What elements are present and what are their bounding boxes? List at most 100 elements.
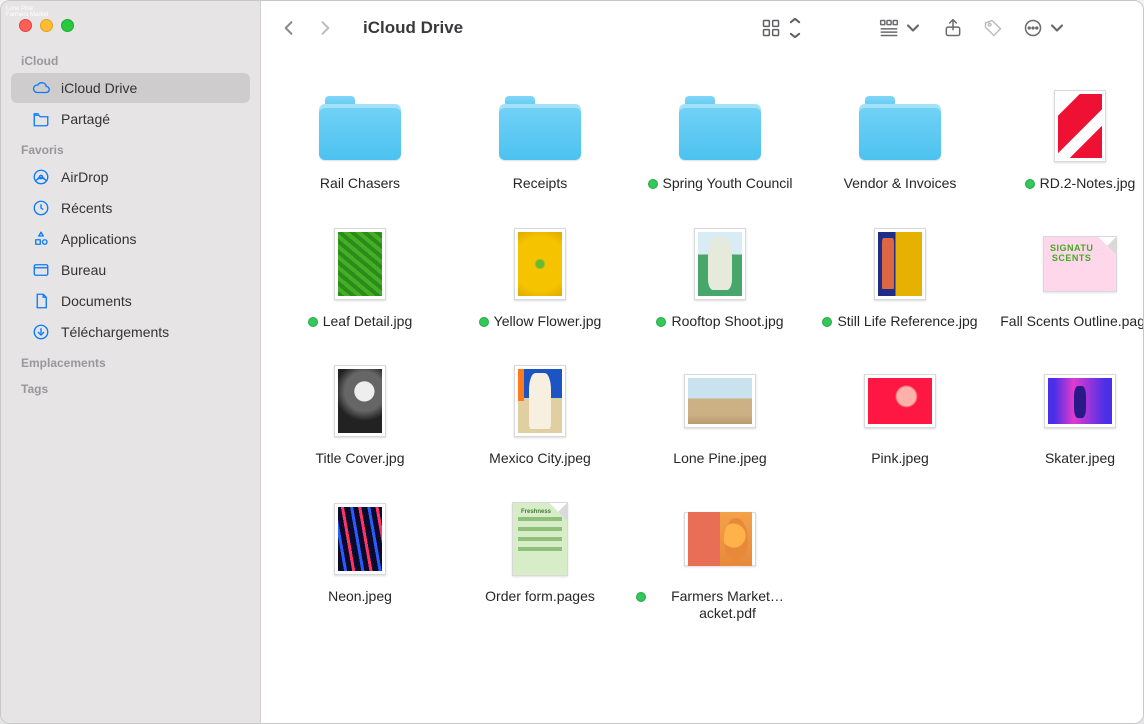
- file-label: Title Cover.jpg: [316, 450, 405, 468]
- cloud-icon: [31, 78, 51, 98]
- sidebar-section-label: iCloud: [1, 46, 260, 72]
- icon-grid: Rail Chasers Receipts Spring Youth Council…: [275, 85, 1144, 623]
- pages-doc-icon: [1043, 236, 1117, 292]
- file-item[interactable]: Title Cover.jpg: [275, 360, 445, 468]
- folder-icon: [319, 92, 401, 160]
- sidebar-item-applications[interactable]: Applications: [11, 224, 250, 254]
- sidebar-item-label: Partagé: [61, 111, 110, 127]
- main-pane: iCloud Drive: [261, 1, 1144, 723]
- sidebar: iCloud iCloud Drive Partagé Favoris AirDrop R…: [1, 1, 261, 723]
- sidebar-item-label: iCloud Drive: [61, 80, 137, 96]
- airdrop-icon: [31, 167, 51, 187]
- file-label: Mexico City.jpeg: [489, 450, 591, 468]
- sidebar-item-downloads[interactable]: Téléchargements: [11, 317, 250, 347]
- image-thumbnail: [684, 374, 756, 428]
- window-zoom-button[interactable]: [61, 19, 74, 32]
- image-thumbnail: [1054, 90, 1106, 162]
- file-item[interactable]: Rail Chasers: [275, 85, 445, 193]
- sidebar-item-recents[interactable]: Récents: [11, 193, 250, 223]
- share-button[interactable]: [943, 18, 963, 38]
- folder-icon: [679, 92, 761, 160]
- pages-doc-icon: Freshness: [512, 502, 568, 576]
- file-item[interactable]: Mexico City.jpeg: [455, 360, 625, 468]
- image-thumbnail: [334, 228, 386, 300]
- file-label: Lone Pine.jpeg: [673, 450, 766, 468]
- window-close-button[interactable]: [19, 19, 32, 32]
- file-label: Rail Chasers: [320, 175, 400, 193]
- file-label: Rooftop Shoot.jpg: [671, 313, 783, 331]
- group-by-button[interactable]: [879, 18, 923, 38]
- file-label: Skater.jpeg: [1045, 450, 1115, 468]
- image-thumbnail: [514, 365, 566, 437]
- desktop-icon: [31, 260, 51, 280]
- file-label: Neon.jpeg: [328, 588, 392, 606]
- document-icon: [31, 291, 51, 311]
- tag-dot-green: [1025, 179, 1035, 189]
- file-label: Farmers Market…acket.pdf: [651, 588, 804, 623]
- toolbar: iCloud Drive: [261, 1, 1144, 55]
- folder-icon: [499, 92, 581, 160]
- location-title: iCloud Drive: [363, 18, 463, 38]
- file-item[interactable]: Rooftop Shoot.jpg: [635, 223, 805, 331]
- file-item[interactable]: Spring Youth Council: [635, 85, 805, 193]
- more-actions-button[interactable]: [1023, 18, 1067, 38]
- file-item[interactable]: Yellow Flower.jpg: [455, 223, 625, 331]
- file-label: Fall Scents Outline.pages: [1000, 313, 1144, 331]
- back-button[interactable]: [279, 18, 299, 38]
- file-item[interactable]: Still Life Reference.jpg: [815, 223, 985, 331]
- folder-icon: [859, 92, 941, 160]
- file-item[interactable]: Lone PineFarmers MarketFarmers Market…ac…: [635, 498, 805, 623]
- file-item[interactable]: Vendor & Invoices: [815, 85, 985, 193]
- tag-dot-green: [822, 317, 832, 327]
- shared-folder-icon: [31, 109, 51, 129]
- sidebar-item-label: Documents: [61, 293, 132, 309]
- sidebar-item-shared[interactable]: Partagé: [11, 104, 250, 134]
- file-item[interactable]: Skater.jpeg: [995, 360, 1144, 468]
- file-item[interactable]: Pink.jpeg: [815, 360, 985, 468]
- file-item[interactable]: Receipts: [455, 85, 625, 193]
- image-thumbnail: [874, 228, 926, 300]
- content-area[interactable]: Rail Chasers Receipts Spring Youth Council…: [261, 55, 1144, 723]
- view-mode-button[interactable]: [761, 18, 805, 38]
- forward-button[interactable]: [315, 18, 335, 38]
- file-label: Yellow Flower.jpg: [494, 313, 602, 331]
- image-thumbnail: [334, 365, 386, 437]
- file-label: Leaf Detail.jpg: [323, 313, 413, 331]
- sidebar-item-airdrop[interactable]: AirDrop: [11, 162, 250, 192]
- sidebar-item-label: Téléchargements: [61, 324, 169, 340]
- file-label: Receipts: [513, 175, 567, 193]
- sidebar-item-label: AirDrop: [61, 169, 108, 185]
- sidebar-item-label: Récents: [61, 200, 112, 216]
- download-icon: [31, 322, 51, 342]
- sidebar-item-documents[interactable]: Documents: [11, 286, 250, 316]
- tag-dot-green: [479, 317, 489, 327]
- file-item[interactable]: RD.2-Notes.jpg: [995, 85, 1144, 193]
- sidebar-item-icloud-drive[interactable]: iCloud Drive: [11, 73, 250, 103]
- sidebar-item-desktop[interactable]: Bureau: [11, 255, 250, 285]
- tag-dot-green: [648, 179, 658, 189]
- file-label: Order form.pages: [485, 588, 595, 606]
- tags-button[interactable]: [983, 18, 1003, 38]
- sidebar-section-label: Emplacements: [1, 348, 260, 374]
- sidebar-item-label: Bureau: [61, 262, 106, 278]
- apps-icon: [31, 229, 51, 249]
- image-thumbnail: [514, 228, 566, 300]
- sidebar-item-label: Applications: [61, 231, 137, 247]
- finder-window: iCloud iCloud Drive Partagé Favoris AirDrop R…: [0, 0, 1144, 724]
- file-label: Spring Youth Council: [663, 175, 793, 193]
- file-label: Still Life Reference.jpg: [837, 313, 977, 331]
- file-item[interactable]: Freshness Order form.pages: [455, 498, 625, 623]
- tag-dot-green: [308, 317, 318, 327]
- sidebar-section-label: Favoris: [1, 135, 260, 161]
- tag-dot-green: [656, 317, 666, 327]
- file-item[interactable]: Neon.jpeg: [275, 498, 445, 623]
- window-minimize-button[interactable]: [40, 19, 53, 32]
- image-thumbnail: [1044, 374, 1116, 428]
- file-item[interactable]: Leaf Detail.jpg: [275, 223, 445, 331]
- image-thumbnail: [694, 228, 746, 300]
- file-label: RD.2-Notes.jpg: [1040, 175, 1136, 193]
- file-item[interactable]: Fall Scents Outline.pages: [995, 223, 1144, 331]
- tag-dot-green: [636, 592, 646, 602]
- file-label: Pink.jpeg: [871, 450, 929, 468]
- file-item[interactable]: Lone Pine.jpeg: [635, 360, 805, 468]
